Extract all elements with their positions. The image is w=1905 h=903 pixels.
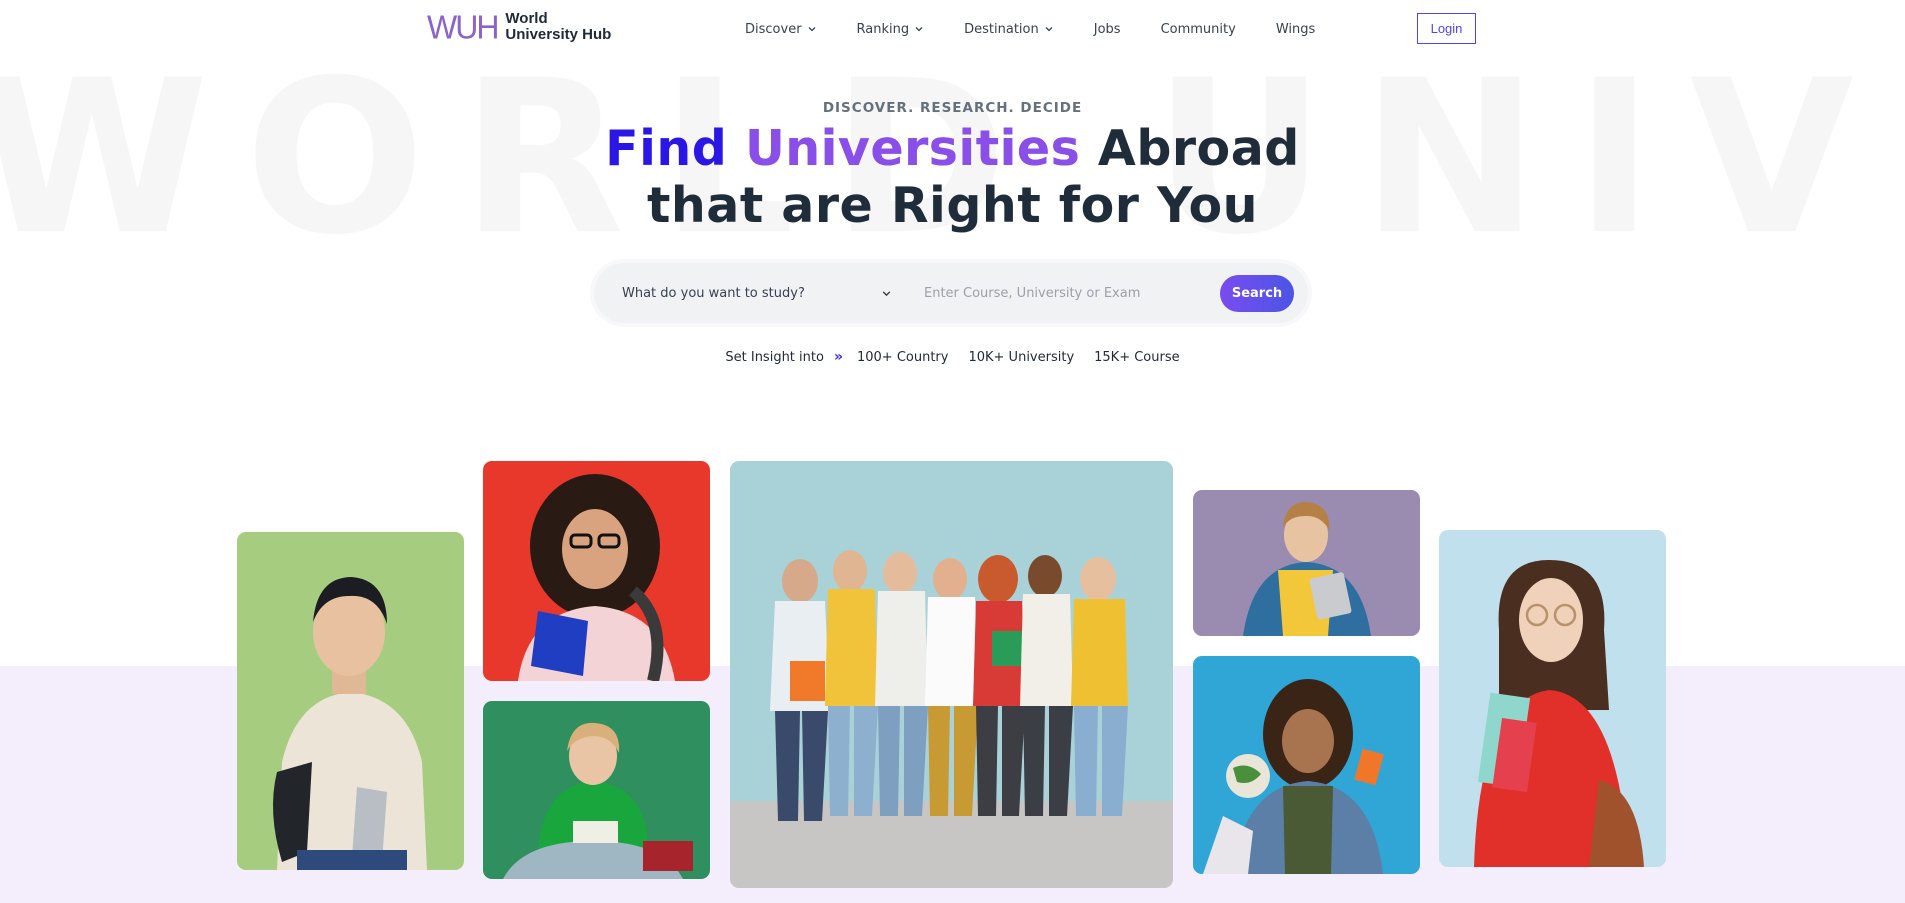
photo-student-green (237, 532, 464, 870)
hero-headline: Find Universities Abroad that are Right … (0, 120, 1905, 234)
search-bar: What do you want to study? Search (594, 263, 1308, 323)
logo-text: World University Hub (505, 11, 611, 43)
headline-universities: Universities (744, 120, 1081, 177)
login-button[interactable]: Login (1417, 13, 1476, 44)
photo-student-red (483, 461, 710, 681)
main-nav: Discover Ranking Destination Jobs Commun… (745, 0, 1355, 58)
photo-student-light-blue (1439, 530, 1666, 867)
nav-community[interactable]: Community (1161, 22, 1236, 37)
photo-student-purple (1193, 490, 1420, 636)
headline-abroad: Abroad (1097, 120, 1300, 177)
nav-label: Community (1160, 21, 1236, 37)
search-button[interactable]: Search (1220, 275, 1294, 312)
insight-stat-course[interactable]: 15K+ Course (1094, 350, 1179, 365)
logo-mark: WUH (427, 8, 499, 46)
chevron-down-icon (915, 27, 923, 32)
page: WORLD UNIVERSITY WUH World University Hu… (0, 0, 1905, 903)
site-header: WUH World University Hub Discover Rankin… (0, 0, 1905, 58)
headline-line-2: that are Right for You (646, 177, 1259, 234)
headline-line-1: Find Universities Abroad (0, 120, 1905, 177)
nav-label: Ranking (856, 21, 910, 37)
insight-stat-country[interactable]: 100+ Country (857, 350, 948, 365)
nav-label: Destination (964, 21, 1039, 37)
photo-student-dark-green (483, 701, 710, 879)
chevron-down-icon (882, 290, 891, 296)
nav-destination[interactable]: Destination (964, 22, 1054, 37)
logo-line-1: World (505, 10, 548, 27)
nav-label: Jobs (1093, 21, 1121, 37)
study-select-label: What do you want to study? (622, 285, 805, 301)
insight-row: Set Insight into » 100+ Country 10K+ Uni… (0, 349, 1905, 365)
chevron-down-icon (808, 27, 816, 32)
photo-group-of-students (730, 461, 1173, 888)
nav-discover[interactable]: Discover (745, 22, 817, 37)
nav-label: Discover (745, 21, 802, 37)
search-input[interactable] (924, 277, 1214, 309)
chevron-down-icon (1045, 27, 1053, 32)
nav-wings[interactable]: Wings (1276, 22, 1315, 37)
insight-label: Set Insight into (725, 349, 824, 365)
study-select-dropdown[interactable]: What do you want to study? (622, 263, 892, 323)
photo-student-blue-globe (1193, 656, 1420, 874)
headline-find: Find (605, 120, 728, 177)
nav-jobs[interactable]: Jobs (1094, 22, 1121, 37)
nav-label: Wings (1275, 21, 1316, 37)
insight-stat-university[interactable]: 10K+ University (968, 350, 1074, 365)
hero-tagline: DISCOVER. RESEARCH. DECIDE (822, 100, 1083, 116)
double-chevron-right-icon: » (833, 349, 843, 365)
logo[interactable]: WUH World University Hub (427, 8, 611, 46)
logo-line-2: University Hub (505, 26, 612, 43)
nav-ranking[interactable]: Ranking (857, 22, 925, 37)
